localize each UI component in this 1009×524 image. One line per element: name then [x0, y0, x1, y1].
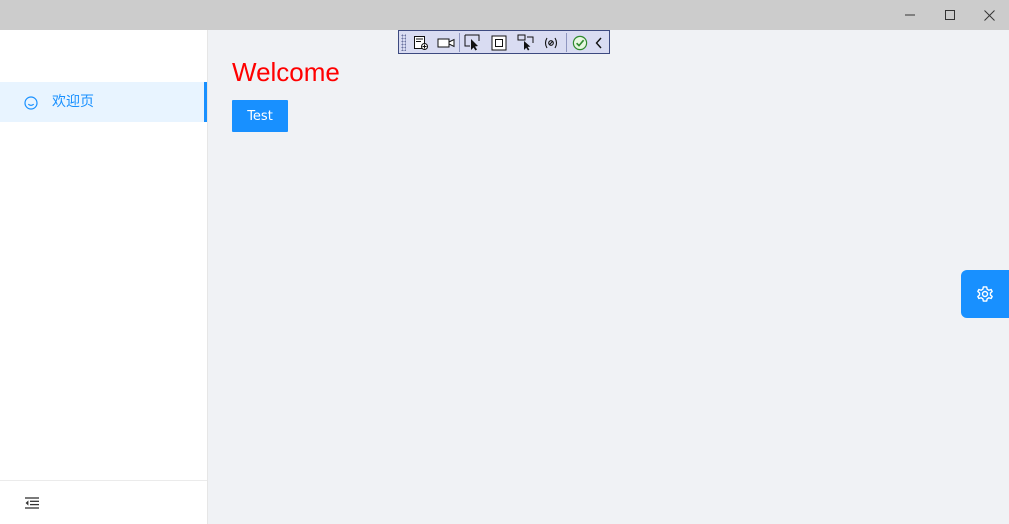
- select-element-icon: [464, 34, 480, 51]
- live-visual-tree-button[interactable]: [411, 33, 431, 52]
- toolbar-grip[interactable]: [401, 34, 406, 51]
- page-title: Welcome: [232, 57, 340, 87]
- minimize-icon: [905, 14, 915, 16]
- main-content: Welcome Test: [208, 30, 1009, 524]
- sidebar-item-label: 欢迎页: [52, 94, 94, 110]
- maximize-button[interactable]: [930, 0, 970, 30]
- collapse-toolbar-button[interactable]: [591, 33, 607, 52]
- debug-toolbar: [398, 30, 610, 54]
- track-focus-button[interactable]: [516, 33, 536, 52]
- binding-failures-icon: [544, 37, 558, 48]
- select-element-button[interactable]: [463, 33, 483, 52]
- minimize-button[interactable]: [890, 0, 930, 30]
- hot-reload-status-button[interactable]: [570, 33, 590, 52]
- collapse-menu-icon[interactable]: [25, 497, 39, 509]
- sidebar-item-welcome[interactable]: 欢迎页: [0, 82, 207, 122]
- record-button[interactable]: [436, 33, 456, 52]
- track-focus-icon: [517, 34, 534, 51]
- app-window: 欢迎页 Welcome Test: [0, 0, 1009, 524]
- hot-reload-ok-icon: [572, 35, 588, 50]
- toolbar-separator: [459, 33, 460, 52]
- gear-icon: [977, 286, 993, 302]
- display-layout-adorners-icon: [491, 35, 507, 50]
- close-icon: [983, 9, 995, 21]
- live-visual-tree-icon: [414, 35, 428, 50]
- binding-failures-button[interactable]: [541, 33, 561, 52]
- smile-icon: [24, 96, 38, 110]
- settings-button[interactable]: [961, 270, 1009, 318]
- sidebar-footer: [0, 480, 207, 524]
- title-bar: [0, 0, 1009, 30]
- record-icon: [437, 38, 455, 47]
- toolbar-separator: [566, 33, 567, 52]
- test-button[interactable]: Test: [232, 100, 288, 132]
- sidebar: 欢迎页: [0, 30, 208, 524]
- maximize-icon: [945, 10, 955, 20]
- collapse-toolbar-icon: [595, 37, 602, 48]
- close-button[interactable]: [969, 0, 1009, 30]
- display-layout-adorners-button[interactable]: [489, 33, 509, 52]
